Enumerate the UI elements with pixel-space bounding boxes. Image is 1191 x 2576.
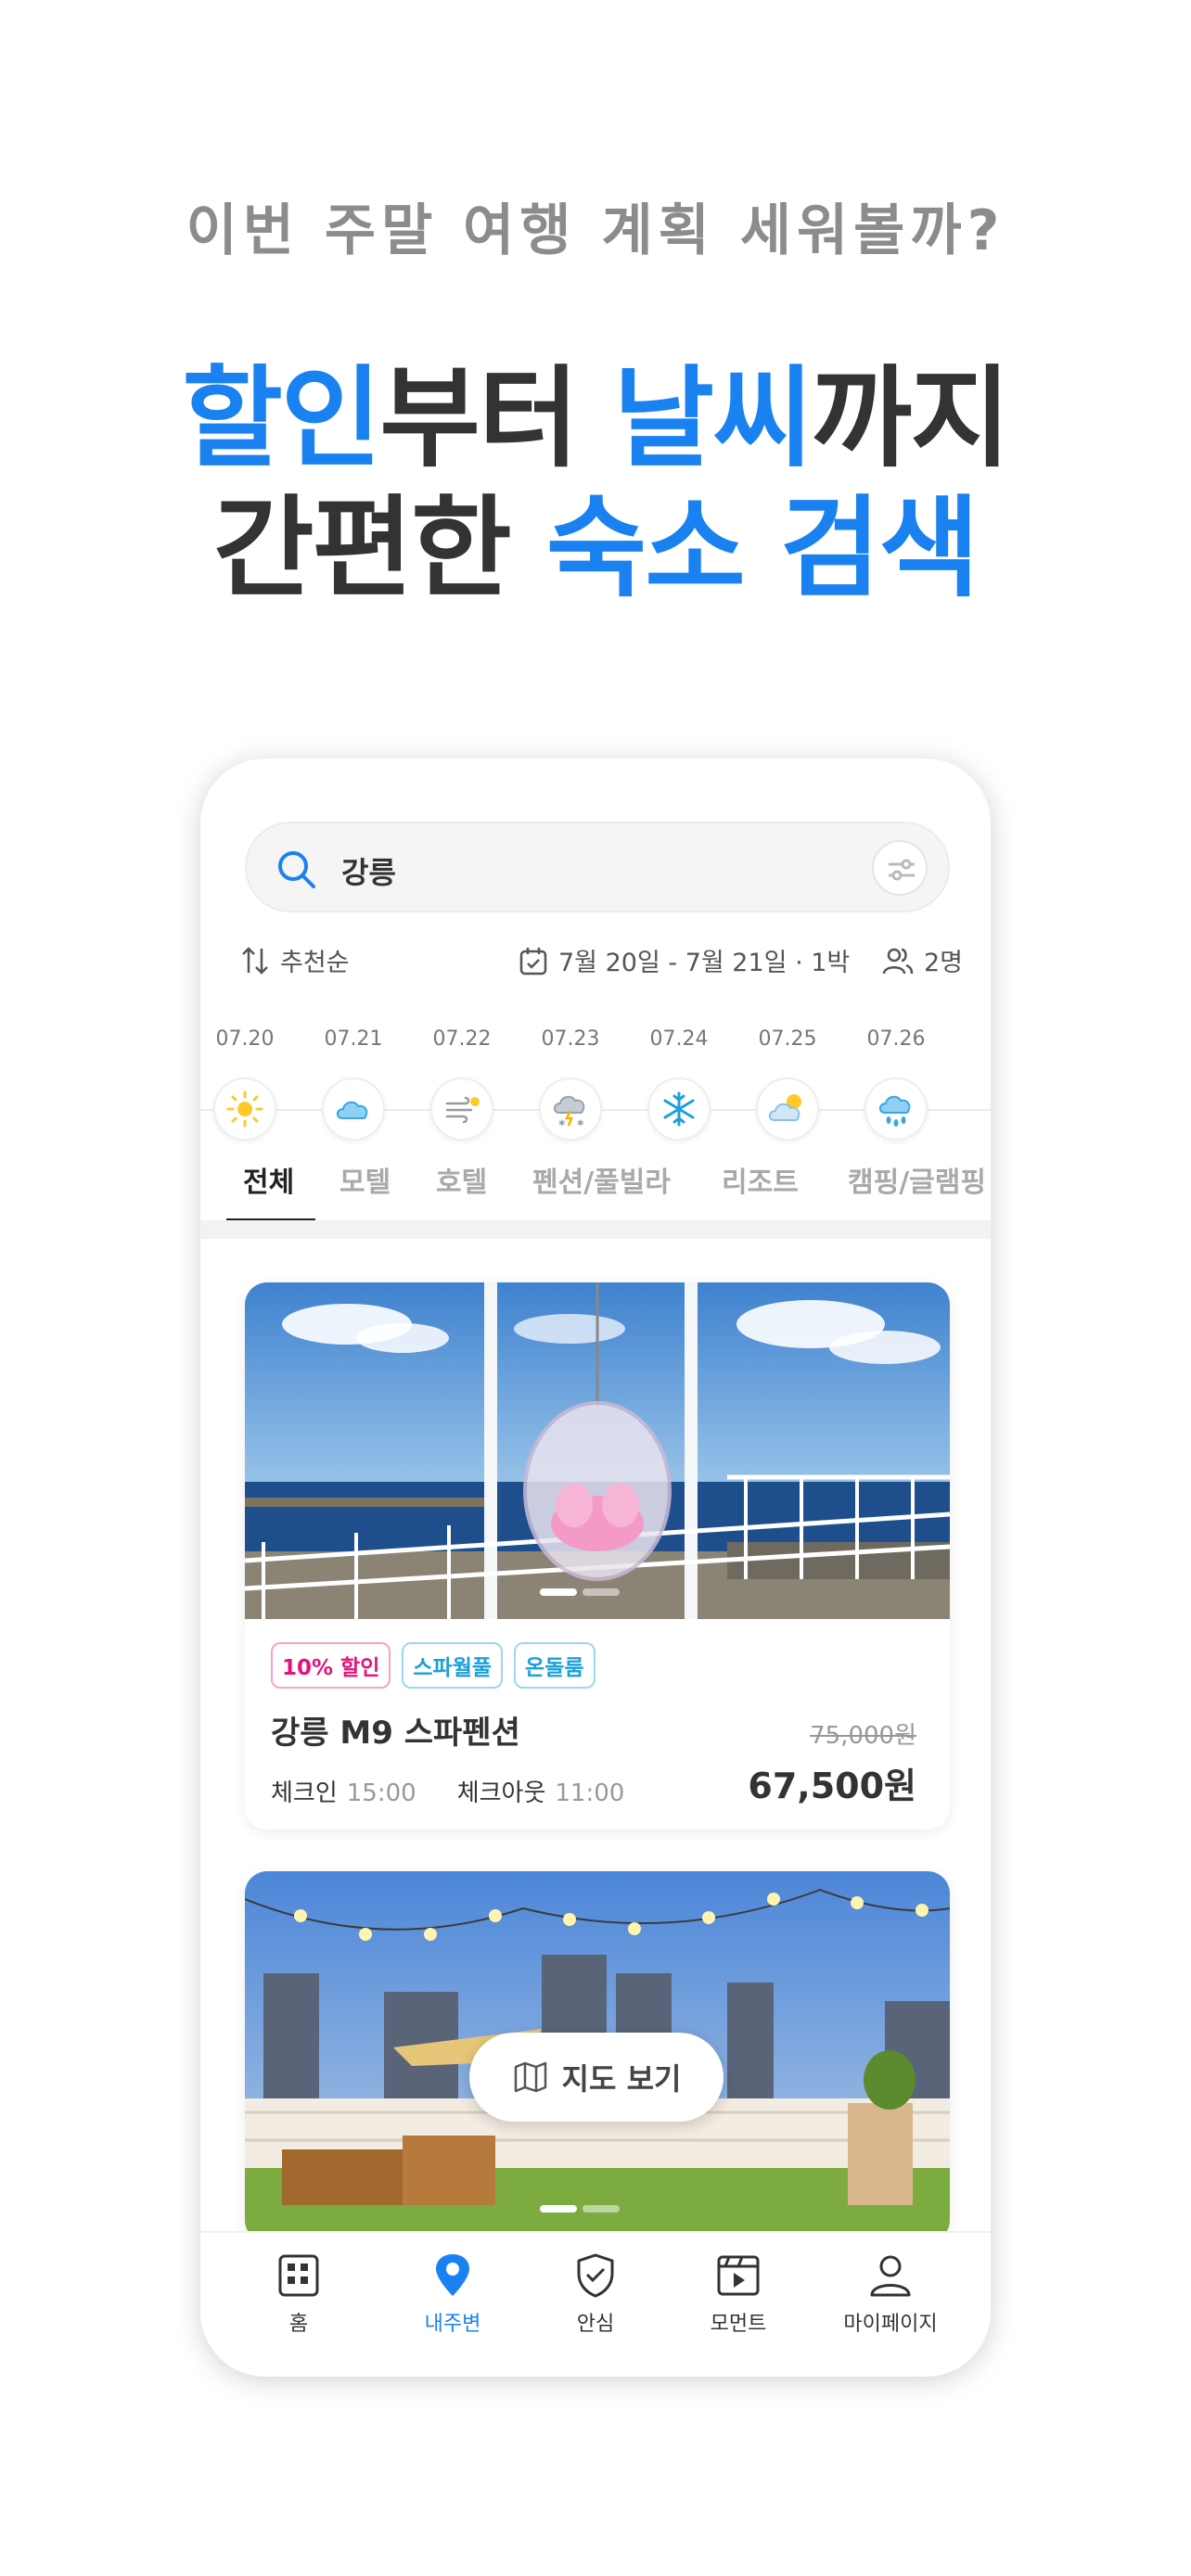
weather-day[interactable]: 07.20 — [200, 1027, 296, 1141]
weather-day[interactable]: 07.23 ✱ ✱ — [519, 1027, 621, 1141]
map-button-label: 지도 보기 — [561, 2061, 682, 2097]
section-divider — [200, 1220, 991, 1239]
checkin-checkout-times: 체크인 15:00 체크아웃 11:00 — [271, 1774, 665, 1808]
weather-date: 07.20 — [215, 1027, 275, 1051]
weather-date: 07.23 — [541, 1027, 600, 1051]
promo-text: 까지 — [811, 354, 1011, 482]
tab-all[interactable]: 전체 — [243, 1148, 294, 1222]
sort-button[interactable]: 추천순 — [239, 942, 350, 978]
svg-text:✱: ✱ — [577, 1119, 584, 1129]
location-pin-icon — [436, 2254, 469, 2296]
calendar-icon — [519, 947, 547, 975]
weather-day[interactable]: 07.24 — [628, 1027, 730, 1141]
promo-text: 간편한 — [212, 484, 546, 612]
checkout-time: 11:00 — [555, 1779, 625, 1807]
feature-tag: 온돌룸 — [514, 1642, 596, 1689]
discount-tag: 10% 할인 — [271, 1642, 391, 1689]
cloud-icon — [322, 1078, 385, 1141]
partly-cloudy-icon — [756, 1078, 819, 1141]
weather-day[interactable]: 07.21 — [302, 1027, 404, 1141]
discounted-price: 67,500원 — [748, 1766, 916, 1806]
people-icon — [882, 948, 914, 974]
nav-home[interactable]: 홈 — [224, 2251, 373, 2337]
original-price: 75,000원 — [810, 1722, 916, 1750]
search-icon — [278, 851, 315, 888]
promo-highlight-weather: 날씨 — [613, 354, 813, 482]
search-input[interactable]: 강릉 — [341, 849, 396, 892]
listing-name: 강릉 M9 스파펜션 — [271, 1715, 520, 1752]
checkin-time: 15:00 — [346, 1779, 416, 1807]
search-bar[interactable]: 강릉 — [245, 822, 950, 912]
sliders-icon — [889, 859, 915, 881]
category-tabs: 전체 모텔 호텔 펜션/풀빌라 리조트 캠핑/글램핑 — [200, 1148, 991, 1223]
nav-mypage[interactable]: 마이페이지 — [816, 2251, 965, 2337]
weather-date: 07.24 — [649, 1027, 709, 1051]
guest-selector[interactable]: 2명 — [881, 942, 963, 978]
date-selector[interactable]: 7월 20일 - 7월 21일 · 1박 — [518, 942, 850, 978]
promo-title-line2: 간편한 숙소 검색 — [0, 493, 1191, 603]
tab-pension[interactable]: 펜션/풀빌라 — [532, 1148, 671, 1222]
date-range: 7월 20일 - 7월 21일 · 1박 — [558, 949, 851, 977]
phone-mockup: 강릉 추천순 7월 20일 - 7월 21일 · 1박 2명 07.20 07.… — [200, 759, 991, 2377]
tab-camping[interactable]: 캠핑/글램핑 — [848, 1148, 986, 1222]
tab-hotel[interactable]: 호텔 — [436, 1148, 487, 1222]
snowflake-icon — [647, 1078, 711, 1141]
person-icon — [870, 2255, 911, 2297]
sort-arrows-icon — [242, 946, 268, 975]
tab-resort[interactable]: 리조트 — [722, 1148, 799, 1222]
weather-date: 07.25 — [758, 1027, 817, 1051]
feature-tag: 스파월풀 — [402, 1642, 504, 1689]
checkin-label: 체크인 — [271, 1779, 338, 1807]
nav-moment[interactable]: 모먼트 — [664, 2251, 813, 2337]
rain-icon — [864, 1078, 928, 1141]
filter-button[interactable] — [872, 840, 928, 896]
map-icon — [514, 2061, 546, 2093]
nav-label: 내주변 — [424, 2313, 481, 2336]
promo-subtitle: 이번 주말 여행 계획 세워볼까? — [186, 198, 1005, 263]
listing-card[interactable]: 10% 할인 스파월풀 온돌룸 강릉 M9 스파펜션 체크인 15:00 체크아웃 1… — [245, 1282, 950, 1830]
thunder-snow-icon: ✱ ✱ — [539, 1078, 602, 1141]
listing-photo — [245, 1282, 950, 1619]
promo-text: 부터 — [379, 354, 614, 482]
listing-tags: 10% 할인 스파월풀 온돌룸 — [271, 1642, 596, 1689]
nav-label: 홈 — [288, 2313, 309, 2336]
tab-motel[interactable]: 모텔 — [339, 1148, 391, 1222]
weather-forecast-row: 07.20 07.21 07.22 07.23 ✱ ✱ 07.24 07.25 … — [200, 1027, 991, 1157]
bottom-navigation: 홈 내주변 안심 모먼트 마이페이지 — [200, 2231, 991, 2377]
promo-title-line1: 할인부터 날씨까지 — [0, 363, 1191, 473]
promo-highlight-discount: 할인 — [182, 354, 381, 482]
home-icon — [278, 2254, 319, 2297]
promo-highlight-search: 숙소 검색 — [545, 484, 980, 612]
nav-label: 마이페이지 — [843, 2313, 938, 2336]
weather-day[interactable]: 07.25 — [736, 1027, 839, 1141]
nav-label: 안심 — [576, 2313, 615, 2336]
weather-date: 07.22 — [432, 1027, 492, 1051]
photo-pager — [540, 2205, 629, 2213]
nav-label: 모먼트 — [710, 2313, 767, 2336]
shield-check-icon — [577, 2253, 614, 2298]
weather-day[interactable]: 07.26 — [845, 1027, 947, 1141]
weather-date: 07.21 — [324, 1027, 383, 1051]
photo-pager — [540, 1588, 629, 1596]
nav-nearby[interactable]: 내주변 — [378, 2251, 527, 2337]
nav-safety[interactable]: 안심 — [521, 2251, 670, 2337]
video-icon — [717, 2255, 760, 2296]
guest-count: 2명 — [923, 949, 963, 977]
wind-icon — [430, 1078, 493, 1141]
weather-date: 07.26 — [866, 1027, 926, 1051]
sort-label: 추천순 — [280, 949, 350, 977]
svg-text:✱: ✱ — [558, 1119, 566, 1129]
map-view-button[interactable]: 지도 보기 — [469, 2033, 724, 2122]
weather-day[interactable]: 07.22 — [411, 1027, 513, 1141]
search-options-row: 추천순 7월 20일 - 7월 21일 · 1박 2명 — [239, 942, 963, 988]
checkout-label: 체크아웃 — [456, 1779, 546, 1807]
sun-icon — [213, 1078, 276, 1141]
